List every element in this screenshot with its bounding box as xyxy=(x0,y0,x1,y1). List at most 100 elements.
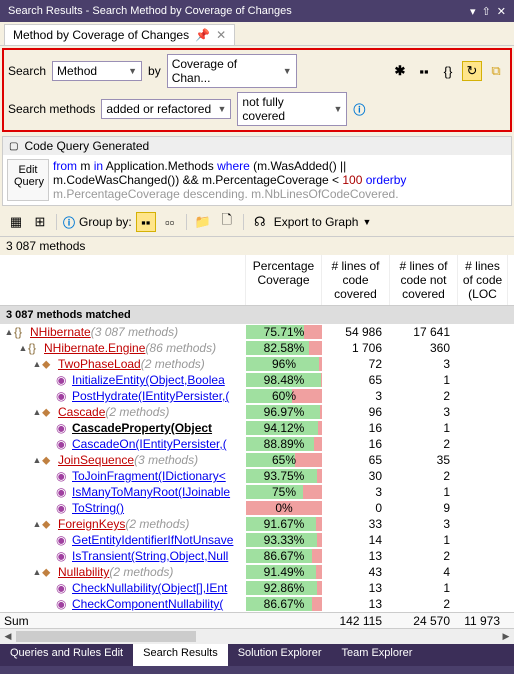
tree-icon[interactable]: ⊞ xyxy=(30,212,50,232)
scroll-thumb[interactable] xyxy=(16,631,196,642)
refresh-icon[interactable]: ↻ xyxy=(462,61,482,81)
tab-queries[interactable]: Queries and Rules Edit xyxy=(0,644,133,666)
graph-icon[interactable]: ☊ xyxy=(250,212,270,232)
tab-close-icon[interactable]: ✕ xyxy=(216,28,226,42)
tab-search-results[interactable]: Search Results xyxy=(133,644,228,666)
braces-icon[interactable]: {} xyxy=(438,61,458,81)
expander-icon[interactable]: ▲ xyxy=(32,567,42,577)
item-name[interactable]: JoinSequence xyxy=(58,453,134,467)
expander-icon[interactable]: ▲ xyxy=(32,359,42,369)
percentage-value: 91.67% xyxy=(264,517,305,531)
item-name[interactable]: ToString() xyxy=(72,501,124,515)
star-icon[interactable]: ✱ xyxy=(390,61,410,81)
copy-icon[interactable]: ⧉ xyxy=(486,61,506,81)
covered-value: 43 xyxy=(322,565,390,579)
group-icon-1[interactable]: ▪▪ xyxy=(136,212,156,232)
group-icon-2[interactable]: ▫▫ xyxy=(160,212,180,232)
item-name[interactable]: Cascade xyxy=(58,405,105,419)
folder-icon[interactable]: 📁 xyxy=(193,212,213,232)
tree-row[interactable]: ◉CheckComponentNullability(86.67%132 xyxy=(0,596,514,612)
tree-row[interactable]: ◉InitializeEntity(Object,Boolea98.48%651 xyxy=(0,372,514,388)
tab-solution-explorer[interactable]: Solution Explorer xyxy=(228,644,332,666)
col-covered[interactable]: # lines of code covered xyxy=(322,255,390,305)
results-tree[interactable]: ▲{}NHibernate (3 087 methods)75.71%54 98… xyxy=(0,324,514,612)
not-covered-value: 1 xyxy=(390,533,458,547)
item-name[interactable]: InitializeEntity(Object,Boolea xyxy=(72,373,225,387)
percentage-value: 94.12% xyxy=(264,421,305,435)
expander-icon[interactable]: ▲ xyxy=(32,407,42,417)
scroll-left-icon[interactable]: ◀ xyxy=(0,629,16,644)
tree-row[interactable]: ▲⬥Cascade (2 methods)96.97%963 xyxy=(0,404,514,420)
expander-icon[interactable]: ▲ xyxy=(18,343,28,353)
item-name[interactable]: PostHydrate(IEntityPersister,( xyxy=(72,389,229,403)
percentage-value: 86.67% xyxy=(264,597,305,611)
method-icon: ◉ xyxy=(56,389,70,403)
results-toolbar: ▦ ⊞ ⓘ Group by: ▪▪ ▫▫ 📁 🗋 ☊ Export to Gr… xyxy=(0,208,514,237)
tree-row[interactable]: ◉IsManyToManyRoot(IJoinable75%31 xyxy=(0,484,514,500)
tree-row[interactable]: ◉ToString()0%09 xyxy=(0,500,514,516)
expander-icon[interactable]: ▲ xyxy=(4,327,14,337)
search-entity-dropdown[interactable]: Method▼ xyxy=(52,61,142,81)
tree-row[interactable]: ▲{}NHibernate.Engine (86 methods)82.58%1… xyxy=(0,340,514,356)
item-name[interactable]: Nullability xyxy=(58,565,109,579)
expander-icon[interactable]: ▲ xyxy=(32,455,42,465)
method-icon: ◉ xyxy=(56,469,70,483)
export-label[interactable]: Export to Graph xyxy=(274,215,359,229)
col-not-covered[interactable]: # lines of code not covered xyxy=(390,255,458,305)
matched-count: 3 087 methods matched xyxy=(0,306,514,324)
chevron-down-icon: ▼ xyxy=(283,66,292,76)
window-menu-icon[interactable]: ▾ xyxy=(470,5,476,18)
scroll-right-icon[interactable]: ▶ xyxy=(498,629,514,644)
tab-search-results[interactable]: Method by Coverage of Changes 📌 ✕ xyxy=(4,24,235,45)
tree-row[interactable]: ◉PostHydrate(IEntityPersister,(60%32 xyxy=(0,388,514,404)
close-icon[interactable]: ✕ xyxy=(497,5,506,18)
tab-team-explorer[interactable]: Team Explorer xyxy=(332,644,423,666)
item-name[interactable]: CheckNullability(Object[],IEnt xyxy=(72,581,227,595)
tree-row[interactable]: ◉GetEntityIdentifierIfNotUnsave93.33%141 xyxy=(0,532,514,548)
item-name[interactable]: CascadeProperty(Object xyxy=(72,421,212,435)
view-icon[interactable]: ▦ xyxy=(6,212,26,232)
percentage-value: 75% xyxy=(272,485,296,499)
col-loc[interactable]: # lines of code (LOC xyxy=(458,255,508,305)
col-percentage[interactable]: Percentage Coverage xyxy=(246,255,322,305)
not-covered-value: 2 xyxy=(390,437,458,451)
item-name[interactable]: IsManyToManyRoot(IJoinable xyxy=(72,485,230,499)
tree-row[interactable]: ◉CascadeOn(IEntityPersister,(88.89%162 xyxy=(0,436,514,452)
tree-row[interactable]: ▲⬥Nullability (2 methods)91.49%434 xyxy=(0,564,514,580)
item-name[interactable]: CascadeOn(IEntityPersister,( xyxy=(72,437,227,451)
horizontal-scrollbar[interactable]: ◀ ▶ xyxy=(0,628,514,644)
tree-row[interactable]: ◉IsTransient(String,Object,Null86.67%132 xyxy=(0,548,514,564)
collapse-icon[interactable]: ▢ xyxy=(9,141,18,152)
item-name[interactable]: CheckComponentNullability( xyxy=(72,597,223,611)
tree-row[interactable]: ▲⬥JoinSequence (3 methods)65%6535 xyxy=(0,452,514,468)
item-name[interactable]: NHibernate xyxy=(30,325,91,339)
edit-query-button[interactable]: Edit Query xyxy=(7,159,49,201)
search-criterion-dropdown[interactable]: Coverage of Chan...▼ xyxy=(167,54,297,88)
link-icon[interactable]: ▪▪ xyxy=(414,61,434,81)
tree-row[interactable]: ◉ToJoinFragment(IDictionary<93.75%302 xyxy=(0,468,514,484)
item-name[interactable]: ForeignKeys xyxy=(58,517,125,531)
pin-icon[interactable]: ⇧ xyxy=(482,5,491,18)
info-icon[interactable]: ⓘ xyxy=(353,101,365,118)
search-methods-dropdown[interactable]: added or refactored▼ xyxy=(101,99,231,119)
item-name[interactable]: NHibernate.Engine xyxy=(44,341,145,355)
item-name[interactable]: TwoPhaseLoad xyxy=(58,357,141,371)
coverage-dropdown[interactable]: not fully covered▼ xyxy=(237,92,347,126)
info-icon[interactable]: ⓘ xyxy=(63,214,75,231)
chevron-down-icon[interactable]: ▼ xyxy=(362,217,371,227)
sum-loc: 11 973 xyxy=(458,614,508,628)
tree-row[interactable]: ▲{}NHibernate (3 087 methods)75.71%54 98… xyxy=(0,324,514,340)
item-name[interactable]: IsTransient(String,Object,Null xyxy=(72,549,228,563)
tree-row[interactable]: ▲⬥TwoPhaseLoad (2 methods)96%723 xyxy=(0,356,514,372)
expander-icon[interactable]: ▲ xyxy=(32,519,42,529)
tree-row[interactable]: ◉CascadeProperty(Object94.12%161 xyxy=(0,420,514,436)
item-name[interactable]: ToJoinFragment(IDictionary< xyxy=(72,469,226,483)
tree-row[interactable]: ▲⬥ForeignKeys (2 methods)91.67%333 xyxy=(0,516,514,532)
not-covered-value: 1 xyxy=(390,373,458,387)
tree-row[interactable]: ◉CheckNullability(Object[],IEnt92.86%131 xyxy=(0,580,514,596)
method-icon: ◉ xyxy=(56,485,70,499)
document-icon[interactable]: 🗋 xyxy=(217,212,237,232)
tab-pin-icon[interactable]: 📌 xyxy=(195,28,210,42)
percentage-value: 86.67% xyxy=(264,549,305,563)
item-name[interactable]: GetEntityIdentifierIfNotUnsave xyxy=(72,533,233,547)
